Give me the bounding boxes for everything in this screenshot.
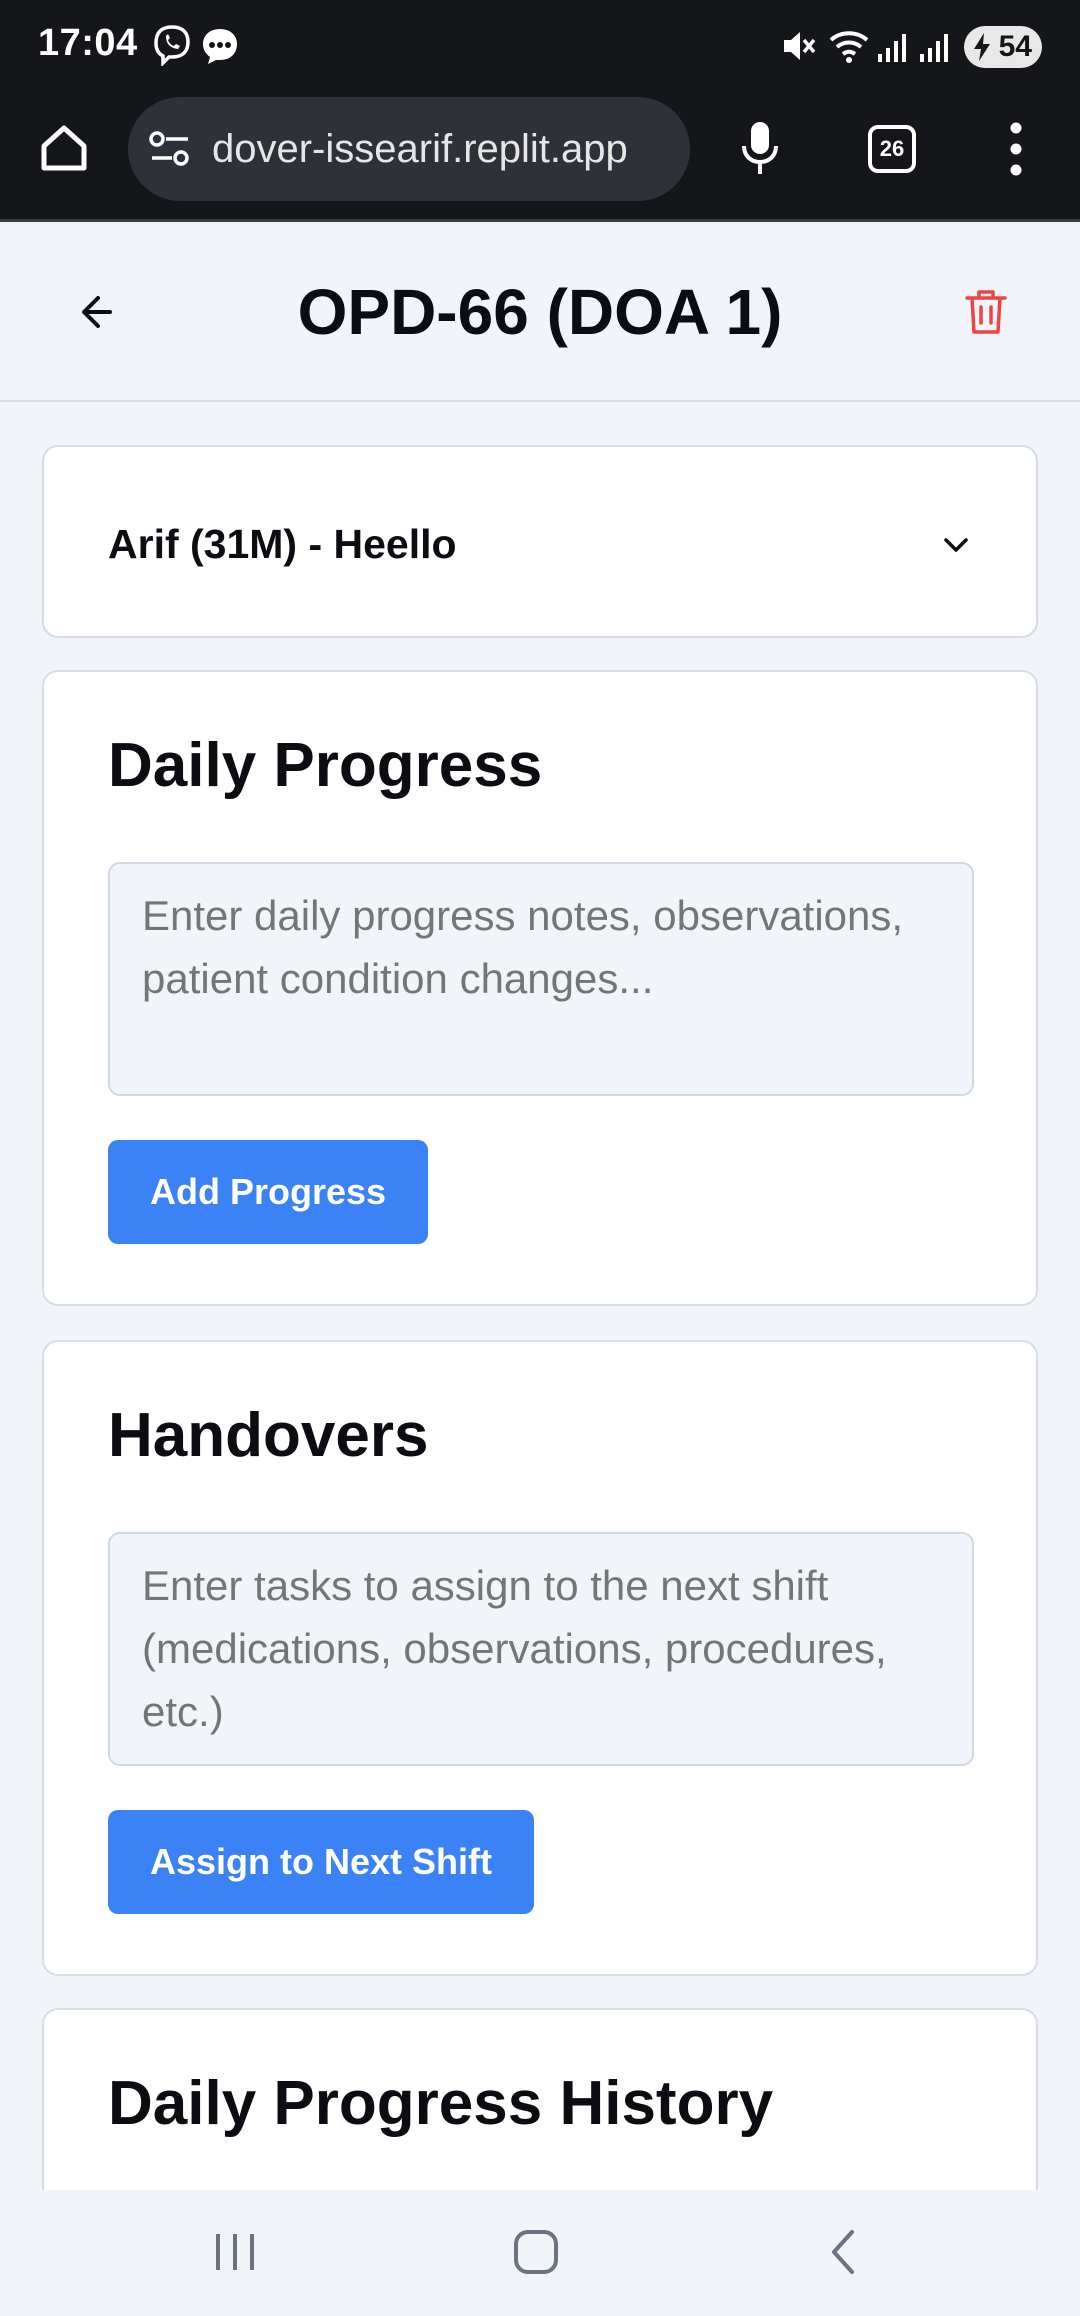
system-navigation-bar xyxy=(0,2190,1080,2316)
patient-label: Arif (31M) - Heello xyxy=(108,521,457,567)
add-progress-button[interactable]: Add Progress xyxy=(108,1140,429,1244)
app-header: OPD-66 (DOA 1) xyxy=(0,225,1080,402)
signal-icon xyxy=(878,34,906,62)
wifi-icon xyxy=(829,31,869,63)
home-button-icon[interactable] xyxy=(510,2220,562,2284)
handover-tasks-input[interactable] xyxy=(108,1532,974,1766)
history-title: Daily Progress History xyxy=(108,2069,774,2138)
mute-icon xyxy=(784,32,816,60)
more-options-icon[interactable] xyxy=(1008,120,1024,178)
browser-toolbar: dover-issearif.replit.app 26 xyxy=(0,92,1080,222)
battery-charging-icon: 54 xyxy=(964,26,1042,68)
microphone-icon[interactable] xyxy=(740,120,780,178)
home-icon[interactable] xyxy=(38,122,90,174)
site-settings-icon[interactable] xyxy=(148,129,192,169)
handovers-title: Handovers xyxy=(108,1401,429,1470)
tab-switcher-button[interactable]: 26 xyxy=(868,125,916,173)
status-time: 17:04 xyxy=(38,22,138,64)
patient-selector[interactable]: Arif (31M) - Heello xyxy=(42,445,1038,638)
back-icon[interactable] xyxy=(820,2220,866,2284)
chevron-down-icon xyxy=(944,538,968,552)
message-icon xyxy=(203,29,237,64)
recent-apps-icon[interactable] xyxy=(210,2220,260,2284)
daily-progress-card: Daily Progress Add Progress xyxy=(42,670,1038,1306)
assign-next-shift-button[interactable]: Assign to Next Shift xyxy=(108,1810,535,1914)
daily-progress-input[interactable] xyxy=(108,862,974,1096)
page-title: OPD-66 (DOA 1) xyxy=(297,276,783,348)
status-bar: 17:04 54 xyxy=(0,0,1080,92)
address-bar[interactable]: dover-issearif.replit.app xyxy=(128,97,690,201)
delete-icon[interactable] xyxy=(963,287,1009,337)
daily-progress-title: Daily Progress xyxy=(108,731,543,800)
bolt-icon xyxy=(974,33,990,61)
url-text: dover-issearif.replit.app xyxy=(212,127,628,171)
battery-level: 54 xyxy=(998,30,1032,63)
viber-icon xyxy=(154,25,190,66)
handovers-card: Handovers Assign to Next Shift xyxy=(42,1340,1038,1976)
signal-icon xyxy=(920,34,948,62)
